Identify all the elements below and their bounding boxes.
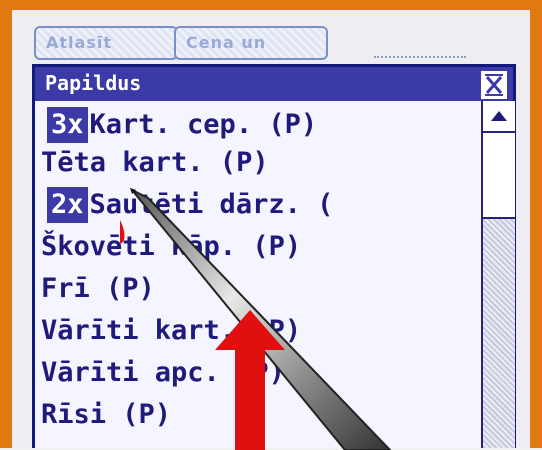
tab-atlasit[interactable]: Atlasīt bbox=[34, 26, 178, 60]
tab-separator bbox=[374, 56, 466, 58]
scrollbar[interactable] bbox=[481, 101, 515, 448]
tab-label: Atlasīt bbox=[46, 33, 112, 52]
item-label: Frī (P) bbox=[41, 273, 155, 304]
tab-bar: Atlasīt Cena un bbox=[34, 22, 474, 62]
scroll-up-button[interactable] bbox=[483, 101, 515, 133]
list-item[interactable]: Vārīti kart. (P) bbox=[41, 313, 301, 349]
papildus-dialog: Papildus 3x Kart. cep. (P) Tēta kart. (P)… bbox=[32, 64, 516, 448]
dialog-title: Papildus bbox=[45, 71, 142, 95]
list-item[interactable]: Rīsi (P) bbox=[41, 397, 171, 433]
close-x-icon bbox=[485, 74, 503, 96]
triangle-up-icon bbox=[491, 111, 507, 121]
list-item[interactable]: Vārīti apc. (P) bbox=[41, 355, 285, 391]
quantity-badge: 2x bbox=[47, 187, 88, 223]
item-list: 3x Kart. cep. (P) Tēta kart. (P) 2x Sautēt… bbox=[35, 101, 479, 448]
list-item[interactable]: Tēta kart. (P) bbox=[41, 145, 269, 181]
device-frame-right bbox=[530, 0, 542, 448]
scroll-thumb[interactable] bbox=[483, 133, 515, 219]
list-item[interactable]: 3x Kart. cep. (P) bbox=[47, 107, 317, 143]
device-frame-top bbox=[0, 0, 542, 10]
device-screen: Atlasīt Cena un Papildus 3x Kart. cep. (P… bbox=[12, 10, 530, 448]
close-button[interactable] bbox=[481, 71, 507, 99]
item-label: Kart. cep. (P) bbox=[89, 109, 318, 140]
list-item[interactable]: Frī (P) bbox=[41, 271, 155, 307]
quantity-badge: 3x bbox=[47, 107, 88, 143]
tab-label: Cena un bbox=[186, 33, 267, 52]
tab-cena[interactable]: Cena un bbox=[174, 26, 328, 60]
item-label: Škovēti kāp. (P) bbox=[41, 231, 302, 262]
list-item[interactable]: 2x Sautēti dārz. ( bbox=[47, 187, 333, 223]
item-label: Vārīti kart. (P) bbox=[41, 315, 302, 346]
list-item[interactable]: Škovēti kāp. (P) bbox=[41, 229, 301, 265]
item-label: Tēta kart. (P) bbox=[41, 147, 269, 178]
item-label: Sautēti dārz. ( bbox=[89, 189, 334, 220]
item-label: Rīsi (P) bbox=[41, 399, 172, 430]
dialog-titlebar: Papildus bbox=[35, 67, 513, 101]
item-label: Vārīti apc. (P) bbox=[41, 357, 285, 388]
device-frame-left bbox=[0, 0, 12, 448]
